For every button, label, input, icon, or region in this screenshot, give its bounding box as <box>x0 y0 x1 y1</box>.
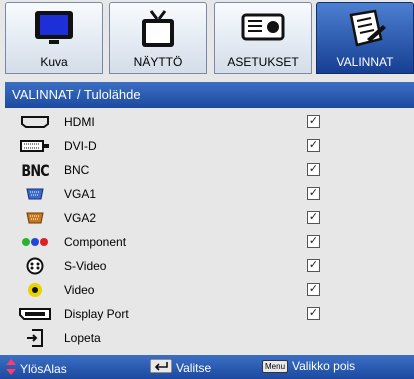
source-label: BNC <box>64 163 90 177</box>
source-label: Lopeta <box>64 331 101 345</box>
footer-hint-bar: YlösAlas Valitse Menu Valikko pois <box>0 355 414 379</box>
source-label: VGA1 <box>64 187 97 201</box>
menu-key-icon: Menu <box>262 359 289 373</box>
source-label: VGA2 <box>64 211 97 225</box>
monitor-icon <box>33 9 75 54</box>
footer-menu-hint: Menu Valikko pois <box>262 359 355 373</box>
source-checkbox[interactable]: ✓ <box>307 235 320 248</box>
source-checkbox[interactable]: ✓ <box>307 283 320 296</box>
updown-arrow-icon <box>6 359 16 378</box>
page-title: VALINNAT / Tulolähde <box>12 87 141 102</box>
vga2-icon <box>19 208 51 228</box>
source-row-vga1[interactable]: VGA1 ✓ <box>5 182 414 206</box>
footer-select-label: Valitse <box>176 360 212 375</box>
projector-icon <box>240 9 286 52</box>
source-row-vga2[interactable]: VGA2 ✓ <box>5 206 414 230</box>
source-label: Component <box>64 235 127 249</box>
footer-nav-label: YlösAlas <box>20 361 67 376</box>
component-icon <box>19 232 51 252</box>
displayport-icon <box>19 304 51 324</box>
hdmi-icon <box>19 112 51 132</box>
source-row-component[interactable]: Component ✓ <box>5 230 414 254</box>
vga1-icon <box>19 184 51 204</box>
source-checkbox[interactable]: ✓ <box>307 259 320 272</box>
source-row-video[interactable]: Video ✓ <box>5 278 414 302</box>
source-checkbox[interactable]: ✓ <box>307 163 320 176</box>
source-row-bnc[interactable]: BNC BNC ✓ <box>5 158 414 182</box>
tab-label: ASETUKSET <box>227 55 299 69</box>
bnc-text: BNC <box>21 160 49 180</box>
tab-naytto[interactable]: NÄYTTÖ <box>109 2 207 74</box>
source-label: S-Video <box>64 259 107 273</box>
source-label: DVI-D <box>64 139 97 153</box>
source-label: Display Port <box>64 307 129 321</box>
dvi-icon <box>19 136 51 156</box>
tab-label: VALINNAT <box>336 55 394 69</box>
source-checkbox[interactable]: ✓ <box>307 307 320 320</box>
tab-label: Kuva <box>40 55 68 69</box>
source-row-displayport[interactable]: Display Port ✓ <box>5 302 414 326</box>
source-row-dvi[interactable]: DVI-D ✓ <box>5 134 414 158</box>
source-label: Video <box>64 283 95 297</box>
svideo-icon <box>19 256 51 276</box>
tab-bar: Kuva NÄYTTÖ ASETUKSET VALINNAT <box>5 0 414 74</box>
source-checkbox[interactable]: ✓ <box>307 187 320 200</box>
source-row-hdmi[interactable]: HDMI ✓ <box>5 110 414 134</box>
source-row-svideo[interactable]: S-Video ✓ <box>5 254 414 278</box>
video-icon <box>19 280 51 300</box>
source-checkbox[interactable]: ✓ <box>307 115 320 128</box>
bnc-icon: BNC <box>19 160 51 180</box>
source-row-exit[interactable]: Lopeta <box>5 326 414 350</box>
tv-icon <box>137 9 179 56</box>
footer-nav-hint: YlösAlas <box>6 359 67 378</box>
tab-kuva[interactable]: Kuva <box>5 2 103 74</box>
source-checkbox[interactable]: ✓ <box>307 211 320 224</box>
source-checkbox[interactable]: ✓ <box>307 139 320 152</box>
submenu-header: VALINNAT / Tulolähde <box>5 82 414 108</box>
footer-exit-label: Valikko pois <box>292 359 356 373</box>
enter-key-icon <box>149 358 173 376</box>
tab-valinnat[interactable]: VALINNAT <box>316 2 414 74</box>
source-list: HDMI ✓ DVI-D ✓ BNC BNC ✓ VGA1 ✓ VGA2 ✓ C… <box>5 110 414 352</box>
exit-icon <box>19 328 51 348</box>
tab-label: NÄYTTÖ <box>133 55 183 69</box>
footer-select-hint: Valitse <box>149 358 212 376</box>
osd-menu: Kuva NÄYTTÖ ASETUKSET VALINNAT VALINNAT … <box>0 0 414 379</box>
source-label: HDMI <box>64 115 95 129</box>
notepad-icon <box>343 9 387 56</box>
tab-asetukset[interactable]: ASETUKSET <box>214 2 312 74</box>
